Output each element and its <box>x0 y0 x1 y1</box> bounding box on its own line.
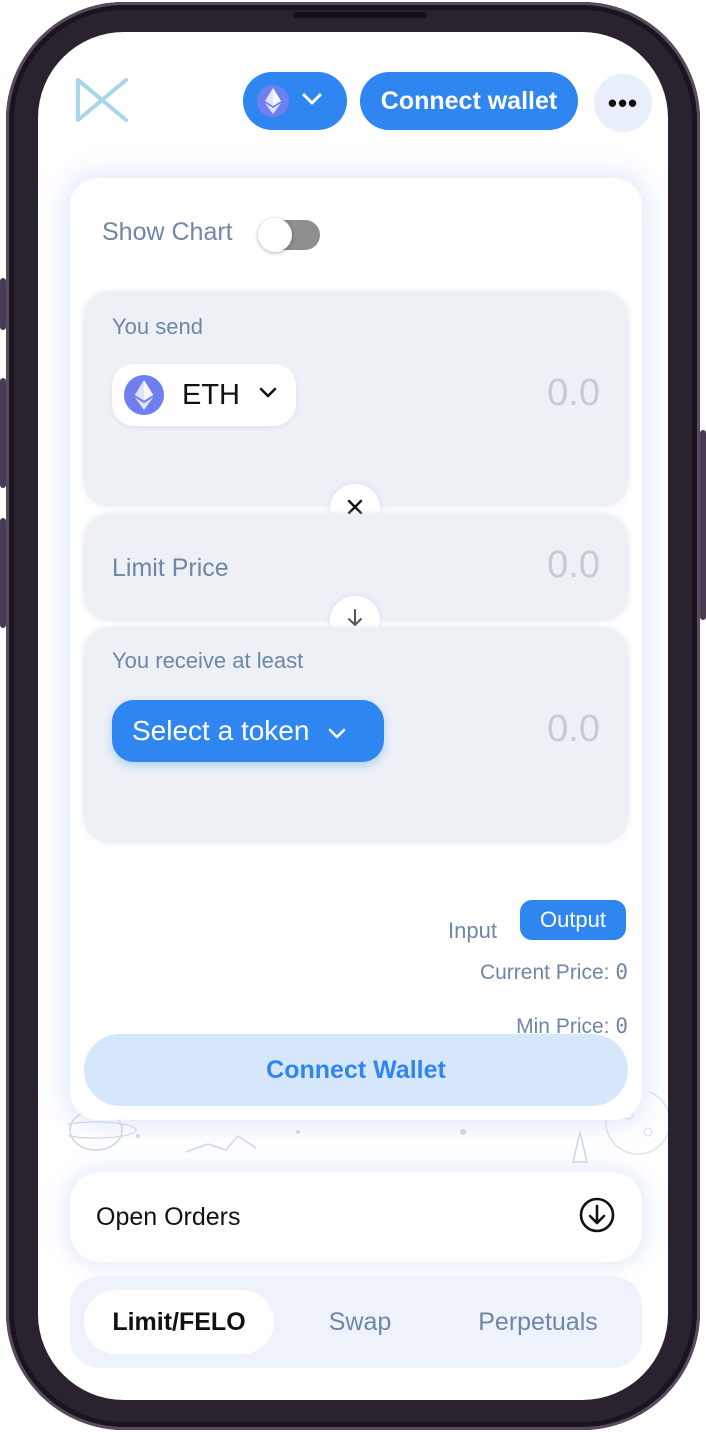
side-button-left-1 <box>0 278 6 330</box>
chevron-down-icon <box>258 386 278 404</box>
eth-icon <box>124 375 164 415</box>
bottom-navigation: Limit/FELO Swap Perpetuals <box>70 1276 642 1368</box>
open-orders-bar[interactable]: Open Orders <box>70 1172 642 1262</box>
limit-price-label: Limit Price <box>112 554 229 582</box>
price-mode-output[interactable]: Output <box>520 900 626 940</box>
chevron-down-icon <box>301 92 323 111</box>
receive-panel: You receive at least Select a token 0.0 <box>84 628 628 842</box>
network-selector-button[interactable] <box>243 72 347 130</box>
send-panel: You send ETH 0.0 <box>84 292 628 506</box>
side-button-right <box>700 430 706 620</box>
limit-order-card: Show Chart You send ETH 0.0 Limit Price … <box>70 178 642 1120</box>
send-label: You send <box>112 314 203 339</box>
limit-price-input[interactable]: 0.0 <box>547 544 600 587</box>
show-chart-label: Show Chart <box>102 218 233 246</box>
speaker-slot <box>293 12 427 18</box>
logo-icon[interactable] <box>74 76 130 124</box>
send-token-symbol: ETH <box>182 378 240 411</box>
receive-label: You receive at least <box>112 648 304 673</box>
more-button[interactable]: ••• <box>594 74 652 132</box>
eth-icon <box>257 85 289 117</box>
app-screen: Connect wallet ••• Show Chart You send E… <box>38 32 668 1400</box>
tab-perpetuals[interactable]: Perpetuals <box>450 1290 626 1354</box>
price-mode-input[interactable]: Input <box>448 918 497 944</box>
select-token-label: Select a token <box>132 715 310 746</box>
current-price: Current Price: 0 <box>480 960 628 985</box>
arrow-down-circle-icon[interactable] <box>578 1196 616 1239</box>
side-button-left-3 <box>0 518 6 628</box>
min-price-value: 0 <box>615 1014 628 1038</box>
show-chart-toggle[interactable] <box>258 218 320 252</box>
chevron-down-icon <box>327 715 347 747</box>
send-amount-input[interactable]: 0.0 <box>547 372 600 415</box>
tab-limit-felo[interactable]: Limit/FELO <box>84 1290 274 1354</box>
current-price-value: 0 <box>615 960 628 984</box>
receive-amount-input[interactable]: 0.0 <box>547 708 600 751</box>
connect-wallet-button[interactable]: Connect Wallet <box>84 1034 628 1106</box>
toggle-knob <box>258 218 292 252</box>
more-icon: ••• <box>607 87 639 118</box>
current-price-label: Current Price: <box>479 961 610 984</box>
open-orders-label: Open Orders <box>96 1202 241 1231</box>
side-button-left-2 <box>0 378 6 488</box>
connect-wallet-header-button[interactable]: Connect wallet <box>360 72 578 130</box>
tab-swap[interactable]: Swap <box>290 1290 430 1354</box>
select-token-button[interactable]: Select a token <box>112 700 384 762</box>
send-token-selector[interactable]: ETH <box>112 364 296 426</box>
